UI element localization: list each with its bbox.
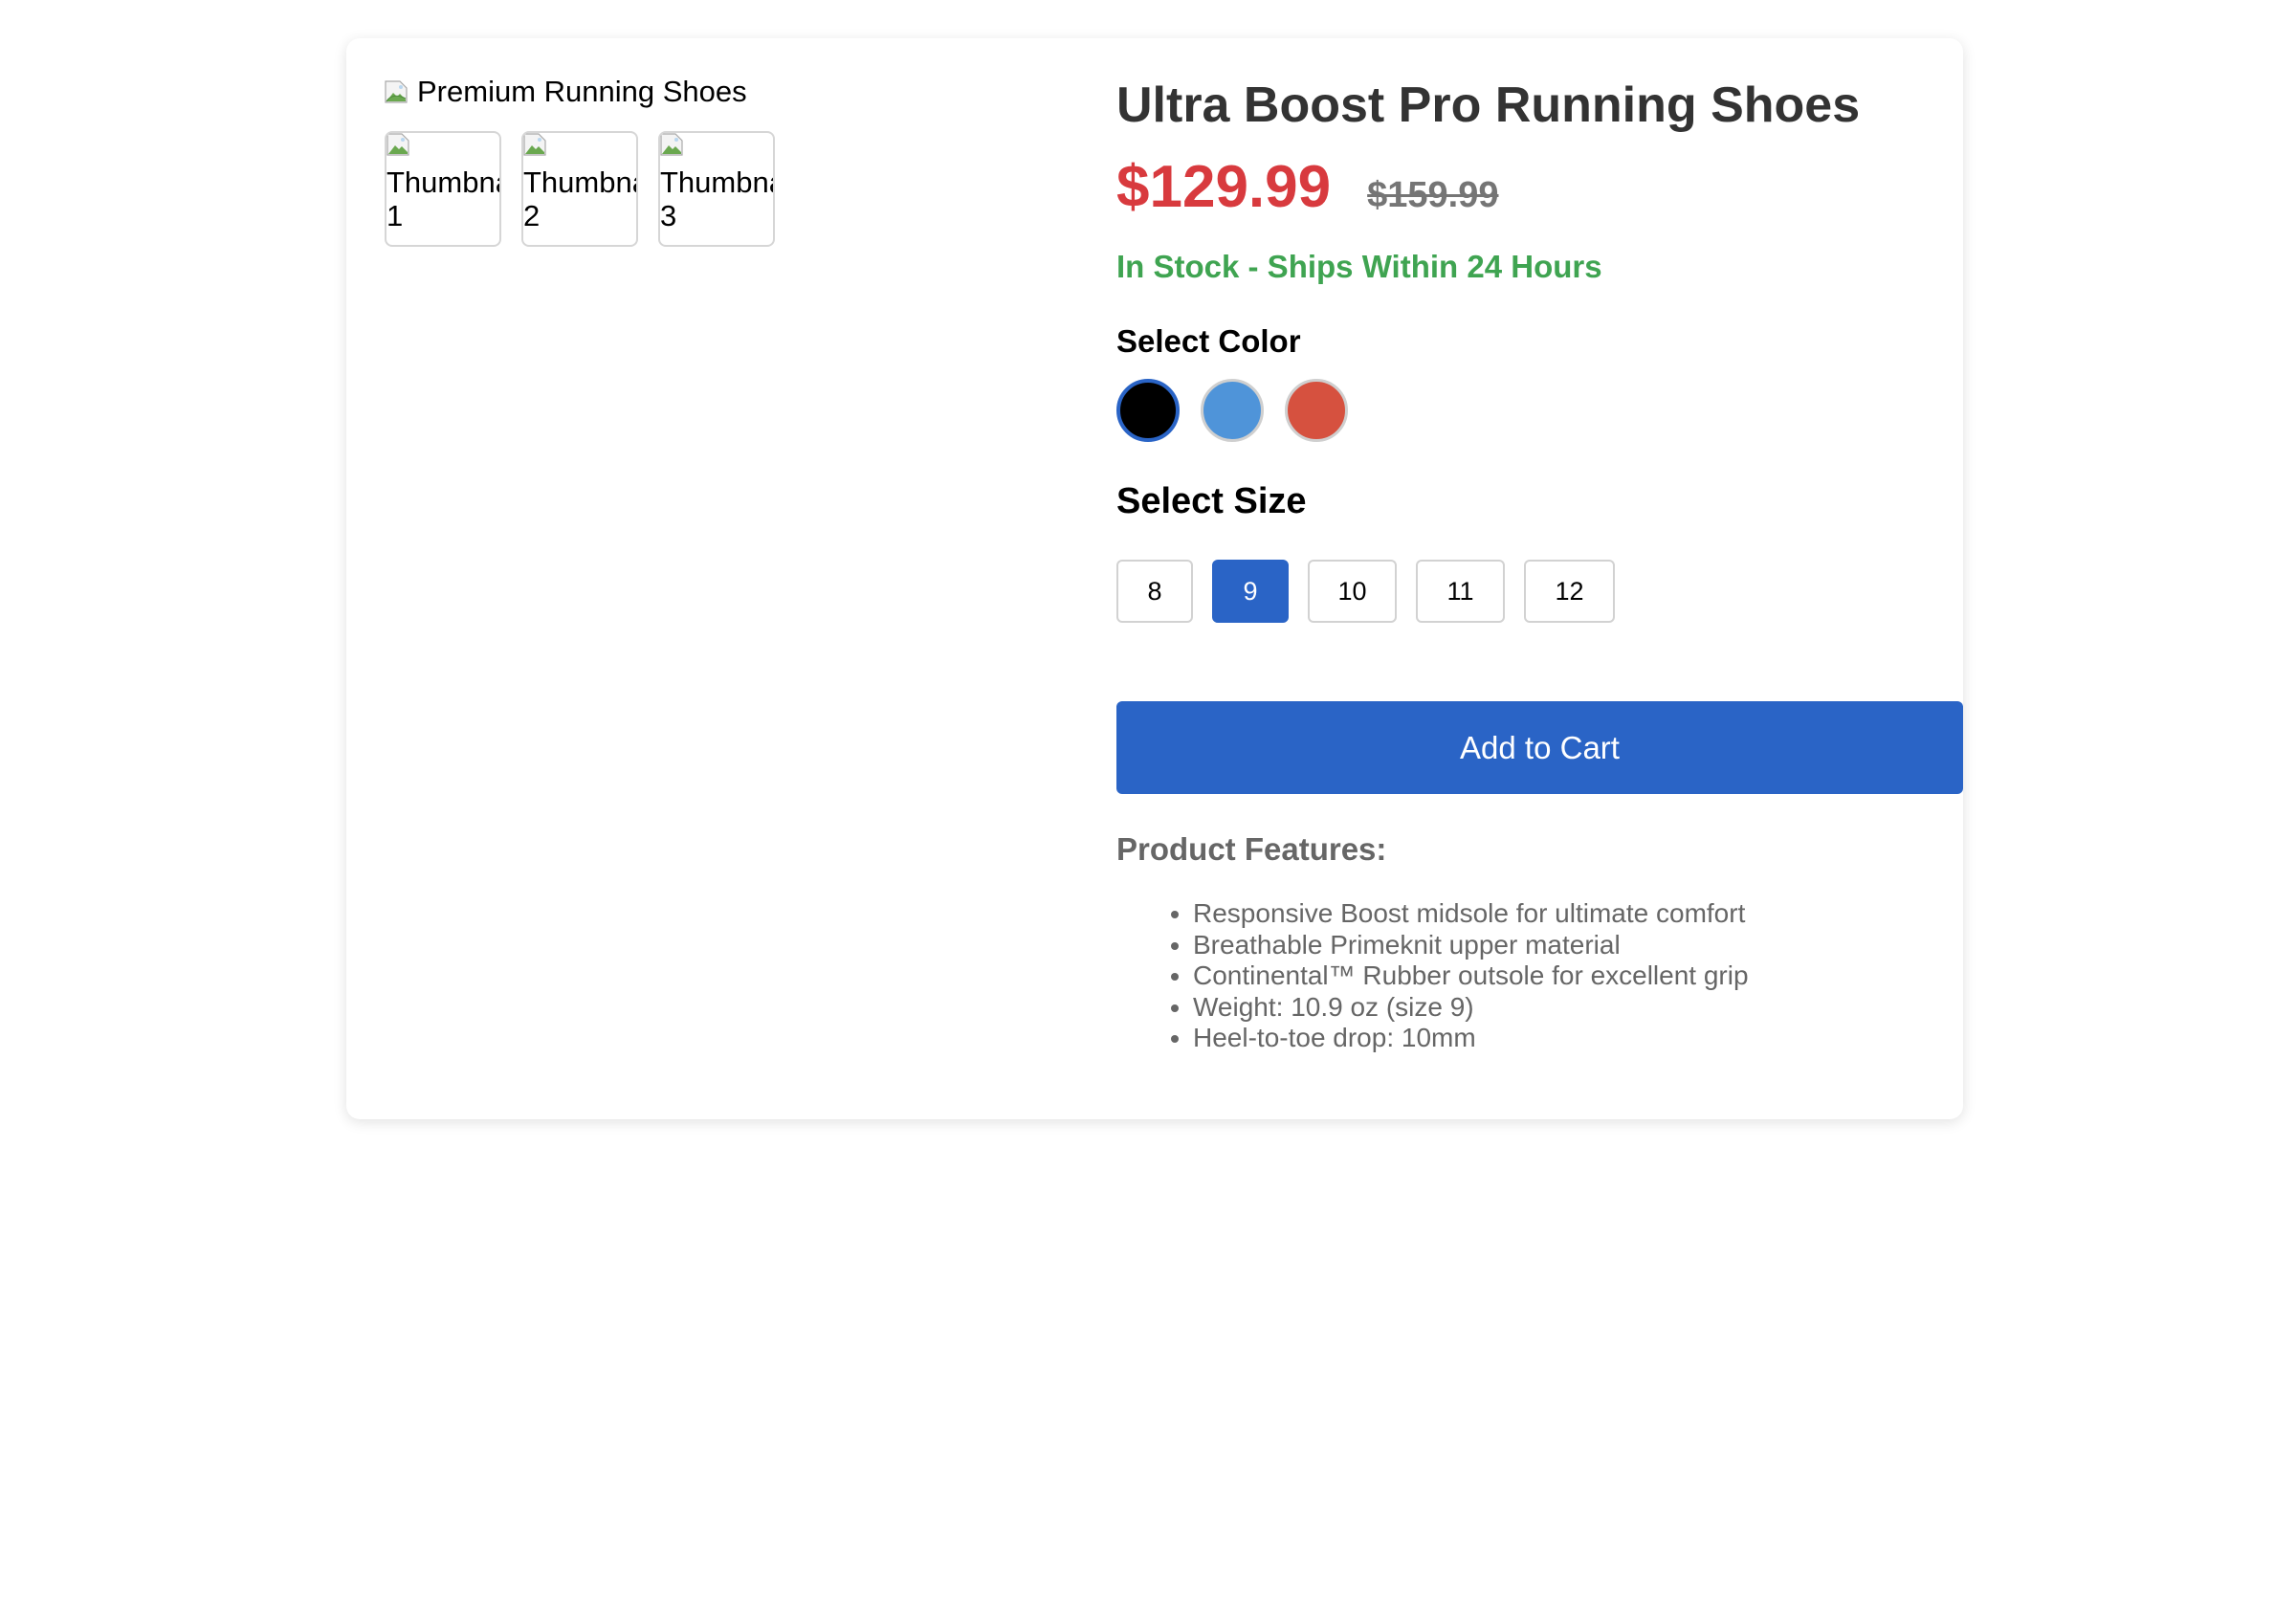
color-selector-label: Select Color: [1116, 323, 1301, 359]
broken-image-icon: [660, 133, 683, 156]
product-title: Ultra Boost Pro Running Shoes: [1116, 77, 1861, 133]
size-button-12[interactable]: 12: [1524, 560, 1615, 623]
stock-status: In Stock - Ships Within 24 Hours: [1116, 249, 1602, 284]
list-item: Heel-to-toe drop: 10mm: [1193, 1023, 1749, 1054]
list-item: Weight: 10.9 oz (size 9): [1193, 992, 1749, 1024]
size-selector-label: Select Size: [1116, 481, 1307, 521]
color-swatch-black[interactable]: [1116, 379, 1180, 442]
thumbnail-alt-text: Thumbnail3: [660, 166, 773, 232]
color-swatch-blue[interactable]: [1201, 379, 1264, 442]
broken-image-icon: [386, 133, 409, 156]
features-heading: Product Features:: [1116, 831, 1387, 867]
thumbnail-2[interactable]: Thumbnail2: [521, 131, 638, 247]
size-button-11[interactable]: 11: [1416, 560, 1505, 623]
size-options: 8 9 10 11 12: [1116, 560, 1615, 623]
list-item: Continental™ Rubber outsole for excellen…: [1193, 960, 1749, 992]
size-button-9[interactable]: 9: [1212, 560, 1289, 623]
original-price: $159.99: [1367, 175, 1499, 215]
color-swatches: [1116, 379, 1348, 442]
broken-image-icon: [523, 133, 546, 156]
list-item: Breathable Primeknit upper material: [1193, 930, 1749, 961]
color-swatch-red[interactable]: [1285, 379, 1348, 442]
thumbnail-strip: Thumbnail1 Thumbnail2 Thumbnail3: [385, 131, 775, 247]
size-button-8[interactable]: 8: [1116, 560, 1193, 623]
thumbnail-1[interactable]: Thumbnail1: [385, 131, 501, 247]
thumbnail-alt-text: Thumbnail1: [386, 166, 499, 232]
price-row: $129.99 $159.99: [1116, 153, 1499, 221]
main-image-alt-text: Premium Running Shoes: [417, 75, 747, 108]
features-list: Responsive Boost midsole for ultimate co…: [1116, 898, 1749, 1054]
size-button-10[interactable]: 10: [1308, 560, 1397, 623]
add-to-cart-button[interactable]: Add to Cart: [1116, 701, 1963, 794]
list-item: Responsive Boost midsole for ultimate co…: [1193, 898, 1749, 930]
thumbnail-3[interactable]: Thumbnail3: [658, 131, 775, 247]
main-product-image[interactable]: Premium Running Shoes: [385, 77, 747, 106]
thumbnail-alt-text: Thumbnail2: [523, 166, 636, 232]
sale-price: $129.99: [1116, 154, 1332, 220]
broken-image-icon: [385, 79, 408, 103]
product-card: Premium Running Shoes Thumbnail1 Thu: [346, 38, 1963, 1119]
